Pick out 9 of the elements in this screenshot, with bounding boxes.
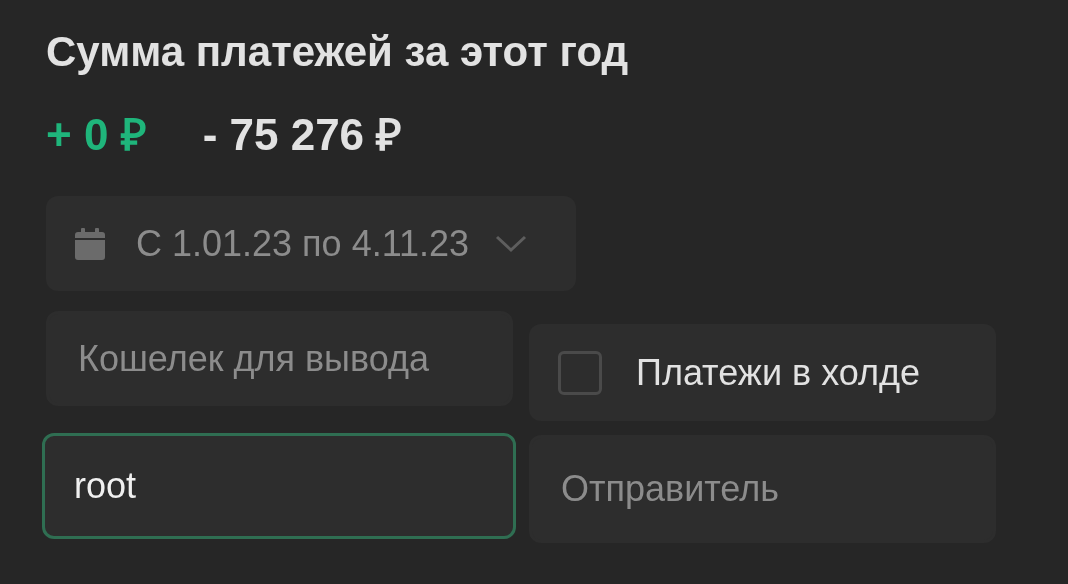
wallet-input-field[interactable]: Кошелек для вывода [46, 311, 513, 406]
user-input-field[interactable]: root [42, 433, 516, 539]
sender-input-field[interactable]: Отправитель [529, 435, 996, 543]
calendar-icon [75, 227, 105, 260]
section-title: Сумма платежей за этот год [46, 27, 629, 77]
date-range-picker[interactable]: С 1.01.23 по 4.11.23 [46, 196, 576, 291]
income-amount: + 0 ₽ [46, 110, 147, 160]
hold-payments-checkbox[interactable]: Платежи в холде [529, 324, 996, 421]
expense-amount: - 75 276 ₽ [202, 110, 403, 160]
